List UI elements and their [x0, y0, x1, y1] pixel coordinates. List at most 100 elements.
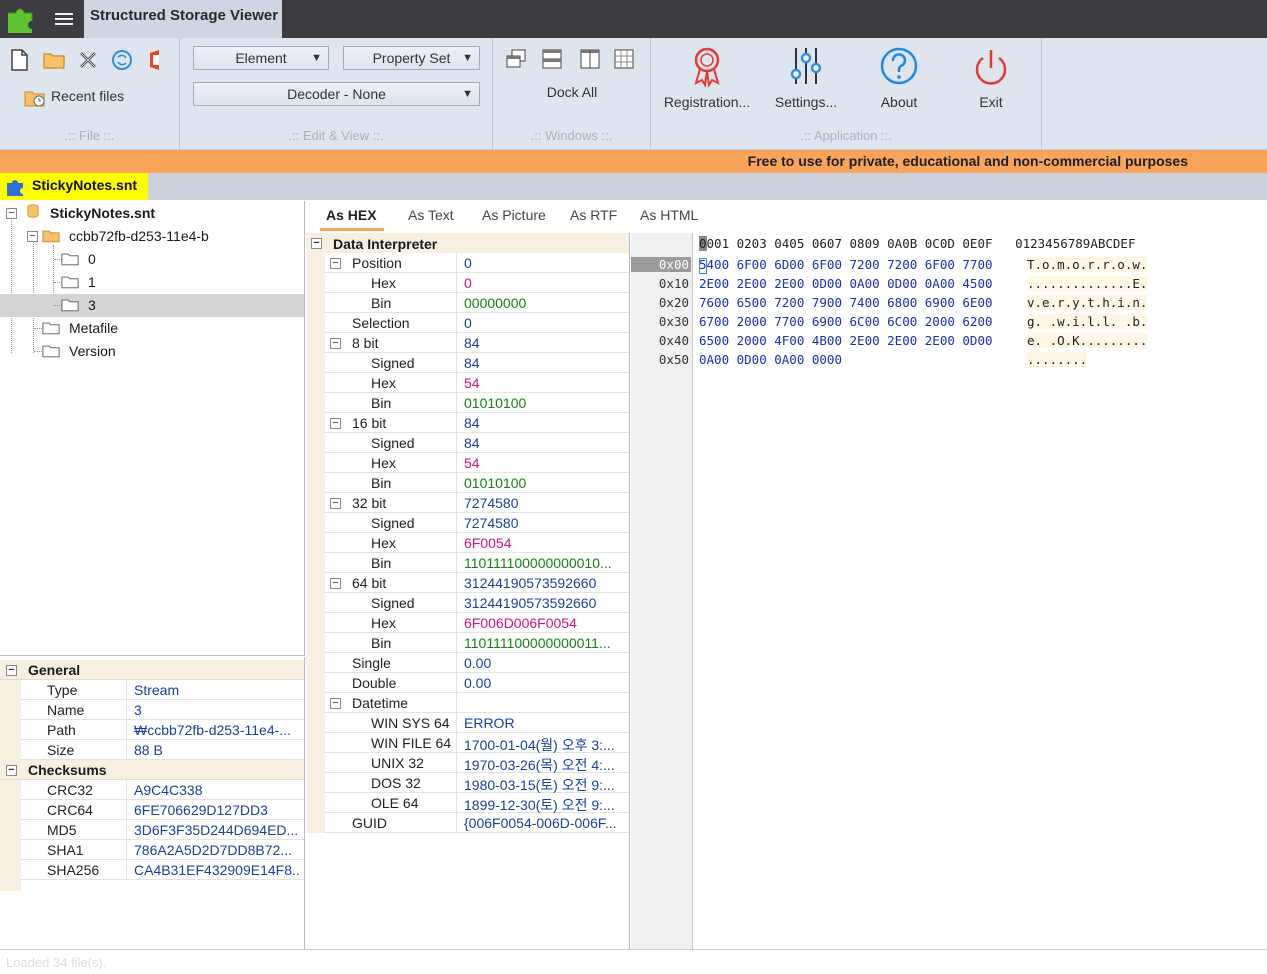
interpreter-row[interactable]: Bin 110111100000000010... [325, 553, 629, 573]
hex-view[interactable]: 0001 0203 0405 0607 0809 0A0B 0C0D 0E0F … [631, 233, 1267, 949]
about-button[interactable]: About [857, 46, 941, 110]
hex-bytes[interactable]: 6700 2000 7700 6900 6C00 6C00 2000 6200 [699, 314, 993, 329]
tree-item-metafile[interactable]: Metafile [0, 317, 304, 340]
interpreter-row[interactable]: Bin 01010100 [325, 473, 629, 493]
collapse-icon[interactable]: − [330, 578, 341, 589]
interpreter-row[interactable]: Signed 31244190573592660 [325, 593, 629, 613]
interpreter-row[interactable]: Hex 6F0054 [325, 533, 629, 553]
property-row[interactable]: CRC64 6FE706629D127DD3 [21, 800, 304, 820]
interpreter-row[interactable]: Hex 0 [325, 273, 629, 293]
interpreter-row[interactable]: WIN FILE 64 1700-01-04(월) 오후 3:... [325, 733, 629, 753]
collapse-icon[interactable]: − [330, 418, 341, 429]
tree-item-version[interactable]: Version [0, 340, 304, 363]
exit-button[interactable]: Exit [949, 46, 1033, 110]
collapse-icon[interactable]: − [311, 238, 322, 249]
interpreter-header[interactable]: − Data Interpreter [306, 233, 629, 253]
hex-bytes[interactable]: 2E00 2E00 2E00 0D00 0A00 0D00 0A00 4500 [699, 276, 993, 291]
collapse-icon[interactable]: − [27, 231, 38, 242]
hex-bytes[interactable]: 0A00 0D00 0A00 0000 [699, 352, 842, 367]
checksums-group-header[interactable]: − Checksums [0, 760, 304, 780]
office-icon[interactable] [144, 48, 168, 72]
interpreter-row[interactable]: WIN SYS 64 ERROR [325, 713, 629, 733]
cascade-windows-icon[interactable] [505, 48, 529, 72]
interpreter-row[interactable]: GUID {006F0054-006D-006F... [325, 813, 629, 833]
element-dropdown[interactable]: Element ▼ [193, 46, 329, 70]
property-row[interactable]: CRC32 A9C4C338 [21, 780, 304, 800]
interpreter-row[interactable]: Bin 110111100000000011... [325, 633, 629, 653]
interpreter-row[interactable]: Selection 0 [325, 313, 629, 333]
interpreter-row[interactable]: Signed 84 [325, 353, 629, 373]
collapse-icon[interactable]: − [6, 208, 17, 219]
hex-row[interactable]: 0x30 6700 2000 7700 6900 6C00 6C00 2000 6… [631, 314, 1267, 333]
interpreter-row[interactable]: −8 bit 84 [325, 333, 629, 353]
hex-bytes[interactable]: 6500 2000 4F00 4B00 2E00 2E00 2E00 0D00 [699, 333, 993, 348]
registration-button[interactable]: Registration... [661, 46, 753, 110]
hex-row[interactable]: 0x00 5400 6F00 6D00 6F00 7200 7200 6F00 7… [631, 257, 1267, 276]
tab-as-picture[interactable]: As Picture [482, 207, 546, 223]
new-file-icon[interactable] [8, 48, 32, 72]
interpreter-row[interactable]: Hex 54 [325, 453, 629, 473]
hex-ascii[interactable]: g. .w.i.l.l. .b. [1027, 314, 1148, 329]
property-row[interactable]: SHA1 786A2A5D2D7DD8B72... [21, 840, 304, 860]
hex-bytes[interactable]: 7600 6500 7200 7900 7400 6800 6900 6E00 [699, 295, 993, 310]
interpreter-row[interactable]: − Datetime [325, 693, 629, 713]
hex-ascii[interactable]: T.o.m.o.r.r.o.w. [1027, 257, 1148, 272]
close-icon[interactable] [76, 48, 100, 72]
tab-as-hex[interactable]: As HEX [326, 207, 377, 223]
interpreter-row[interactable]: Hex 54 [325, 373, 629, 393]
interpreter-row[interactable]: −32 bit 7274580 [325, 493, 629, 513]
property-row[interactable]: Type Stream [21, 680, 304, 700]
hamburger-menu-icon[interactable] [50, 8, 78, 30]
collapse-icon[interactable]: − [330, 338, 341, 349]
interpreter-row[interactable]: −64 bit 31244190573592660 [325, 573, 629, 593]
refresh-icon[interactable] [110, 48, 134, 72]
interpreter-row[interactable]: Signed 7274580 [325, 513, 629, 533]
document-tab[interactable]: StickyNotes.snt [0, 173, 148, 200]
collapse-icon[interactable]: − [6, 765, 17, 776]
collapse-icon[interactable]: − [330, 258, 341, 269]
interpreter-row[interactable]: Bin 00000000 [325, 293, 629, 313]
hex-row[interactable]: 0x20 7600 6500 7200 7900 7400 6800 6900 6… [631, 295, 1267, 314]
tile-horizontal-icon[interactable] [541, 48, 565, 72]
interpreter-row[interactable]: Single 0.00 [325, 653, 629, 673]
property-row[interactable]: Name 3 [21, 700, 304, 720]
hex-ascii[interactable]: ..............E. [1027, 276, 1148, 291]
settings-button[interactable]: Settings... [763, 46, 849, 110]
property-row[interactable]: SHA256 CA4B31EF432909E14F8... [21, 860, 304, 880]
hex-ascii[interactable]: e. .O.K......... [1027, 333, 1148, 348]
general-group-header[interactable]: − General [0, 660, 304, 680]
interpreter-row[interactable]: Double 0.00 [325, 673, 629, 693]
hex-row[interactable]: 0x40 6500 2000 4F00 4B00 2E00 2E00 2E00 0… [631, 333, 1267, 352]
collapse-icon[interactable]: − [330, 698, 341, 709]
interpreter-row[interactable]: OLE 64 1899-12-30(토) 오전 9:... [325, 793, 629, 813]
interpreter-row[interactable]: − Position 0 [325, 253, 629, 273]
hex-bytes[interactable]: 5400 6F00 6D00 6F00 7200 7200 6F00 7700 [699, 257, 993, 272]
interpreter-row[interactable]: Hex 6F006D006F0054 [325, 613, 629, 633]
dock-all-button[interactable]: Dock All [493, 84, 651, 100]
hex-ascii[interactable]: v.e.r.y.t.h.i.n. [1027, 295, 1148, 310]
tile-vertical-icon[interactable] [579, 48, 603, 72]
hex-row[interactable]: 0x10 2E00 2E00 2E00 0D00 0A00 0D00 0A00 4… [631, 276, 1267, 295]
property-row[interactable]: MD5 3D6F3F35D244D694ED... [21, 820, 304, 840]
interpreter-row[interactable]: DOS 32 1980-03-15(토) 오전 9:... [325, 773, 629, 793]
property-row[interactable]: Size 88 B [21, 740, 304, 760]
collapse-icon[interactable]: − [6, 665, 17, 676]
hex-ascii[interactable]: ........ [1027, 352, 1088, 367]
collapse-icon[interactable]: − [330, 498, 341, 509]
interpreter-row[interactable]: −16 bit 84 [325, 413, 629, 433]
tree-item-storage[interactable]: − ccbb72fb-d253-11e4-b [0, 225, 304, 248]
tree-item-root[interactable]: − StickyNotes.snt [0, 202, 304, 225]
decoder-dropdown[interactable]: Decoder - None ▼ [193, 82, 480, 106]
tree-item-stream-3[interactable]: 3 [0, 294, 304, 317]
tree-item-stream-1[interactable]: 1 [0, 271, 304, 294]
property-set-dropdown[interactable]: Property Set ▼ [343, 46, 480, 70]
hex-row[interactable]: 0x50 0A00 0D00 0A00 0000........ [631, 352, 1267, 371]
interpreter-row[interactable]: UNIX 32 1970-03-26(목) 오전 4:... [325, 753, 629, 773]
tab-as-rtf[interactable]: As RTF [570, 207, 617, 223]
property-row[interactable]: Path ₩ccbb72fb-d253-11e4-... [21, 720, 304, 740]
interpreter-row[interactable]: Bin 01010100 [325, 393, 629, 413]
tab-as-html[interactable]: As HTML [640, 207, 698, 223]
grid-windows-icon[interactable] [613, 48, 637, 72]
tree-item-stream-0[interactable]: 0 [0, 248, 304, 271]
interpreter-row[interactable]: Signed 84 [325, 433, 629, 453]
